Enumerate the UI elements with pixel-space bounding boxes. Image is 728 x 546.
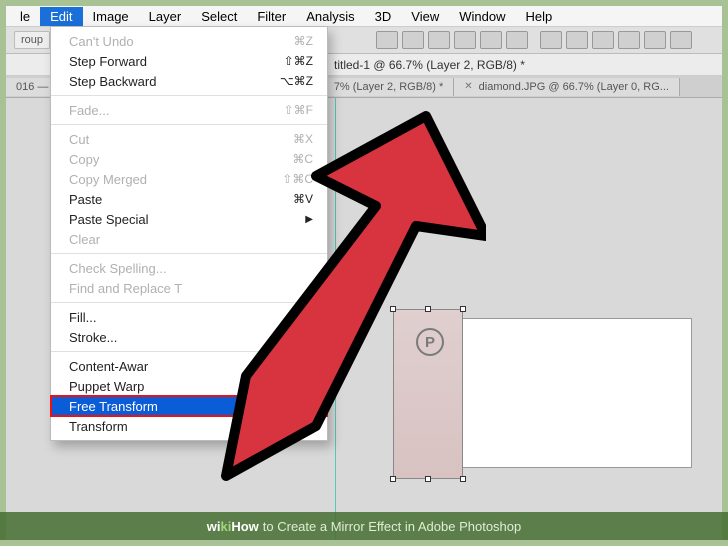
align-icon[interactable] bbox=[480, 31, 502, 49]
distribute-icon[interactable] bbox=[566, 31, 588, 49]
align-icon[interactable] bbox=[402, 31, 424, 49]
menu-window[interactable]: Window bbox=[449, 7, 515, 26]
menu-paste-special[interactable]: Paste Special▶ bbox=[51, 209, 327, 229]
menu-filter[interactable]: Filter bbox=[247, 7, 296, 26]
transform-handles[interactable] bbox=[393, 309, 463, 479]
menu-copy-merged: Copy Merged⇧⌘C bbox=[51, 169, 327, 189]
app-window: le Edit Image Layer Select Filter Analys… bbox=[6, 6, 722, 540]
menu-copy: Copy⌘C bbox=[51, 149, 327, 169]
menu-help[interactable]: Help bbox=[515, 7, 562, 26]
menu-cut: Cut⌘X bbox=[51, 129, 327, 149]
menu-fill[interactable]: Fill... bbox=[51, 307, 327, 327]
ruler-guide[interactable] bbox=[335, 98, 336, 540]
menubar: le Edit Image Layer Select Filter Analys… bbox=[6, 6, 722, 26]
banner-title: to Create a Mirror Effect in Adobe Photo… bbox=[263, 519, 521, 534]
menu-undo: Can't Undo⌘Z bbox=[51, 31, 327, 51]
menu-content-aware[interactable]: Content-Awar⌥⇧⌘C bbox=[51, 356, 327, 376]
distribute-icon[interactable] bbox=[540, 31, 562, 49]
distribute-icon[interactable] bbox=[592, 31, 614, 49]
menu-fade: Fade...⇧⌘F bbox=[51, 100, 327, 120]
menu-free-transform[interactable]: Free Transform⌘T bbox=[51, 396, 327, 416]
edit-dropdown: Can't Undo⌘Z Step Forward⇧⌘Z Step Backwa… bbox=[50, 26, 328, 441]
menu-clear: Clear bbox=[51, 229, 327, 249]
align-icon[interactable] bbox=[428, 31, 450, 49]
menu-paste[interactable]: Paste⌘V bbox=[51, 189, 327, 209]
close-icon[interactable]: ✕ bbox=[464, 81, 472, 92]
menu-check-spelling: Check Spelling... bbox=[51, 258, 327, 278]
menu-view[interactable]: View bbox=[401, 7, 449, 26]
distribute-icon[interactable] bbox=[618, 31, 640, 49]
menu-image[interactable]: Image bbox=[83, 7, 139, 26]
tab-2[interactable]: ✕ diamond.JPG @ 66.7% (Layer 0, RG... bbox=[454, 78, 680, 96]
align-icon[interactable] bbox=[376, 31, 398, 49]
title-text: titled-1 @ 66.7% (Layer 2, RGB/8) * bbox=[334, 58, 525, 72]
tab-1[interactable]: ✕ 7% (Layer 2, RGB/8) * bbox=[309, 78, 454, 96]
distribute-icon[interactable] bbox=[670, 31, 692, 49]
wikihow-banner: wikiHow to Create a Mirror Effect in Ado… bbox=[0, 512, 728, 540]
align-icon[interactable] bbox=[454, 31, 476, 49]
menu-analysis[interactable]: Analysis bbox=[296, 7, 364, 26]
distribute-group bbox=[540, 31, 692, 49]
align-icon[interactable] bbox=[506, 31, 528, 49]
menu-file[interactable]: le bbox=[10, 7, 40, 26]
group-label: roup bbox=[14, 31, 50, 49]
menu-puppet-warp[interactable]: Puppet Warp bbox=[51, 376, 327, 396]
menu-transform[interactable]: Transform▶ bbox=[51, 416, 327, 436]
tab-label: 016 — bbox=[16, 81, 48, 93]
menu-stroke[interactable]: Stroke... bbox=[51, 327, 327, 347]
menu-step-backward[interactable]: Step Backward⌥⌘Z bbox=[51, 71, 327, 91]
canvas-document[interactable]: P bbox=[432, 318, 692, 468]
menu-edit[interactable]: Edit bbox=[40, 7, 82, 26]
chevron-right-icon: ▶ bbox=[305, 421, 313, 432]
menu-find-replace: Find and Replace T bbox=[51, 278, 327, 298]
menu-3d[interactable]: 3D bbox=[365, 7, 402, 26]
menu-layer[interactable]: Layer bbox=[139, 7, 192, 26]
align-group bbox=[376, 31, 528, 49]
tab-label: 7% (Layer 2, RGB/8) * bbox=[334, 81, 443, 93]
distribute-icon[interactable] bbox=[644, 31, 666, 49]
tab-label: diamond.JPG @ 66.7% (Layer 0, RG... bbox=[479, 81, 669, 93]
menu-select[interactable]: Select bbox=[191, 7, 247, 26]
menu-step-forward[interactable]: Step Forward⇧⌘Z bbox=[51, 51, 327, 71]
brand-logo: wikiHow bbox=[207, 519, 259, 534]
chevron-right-icon: ▶ bbox=[305, 214, 313, 225]
